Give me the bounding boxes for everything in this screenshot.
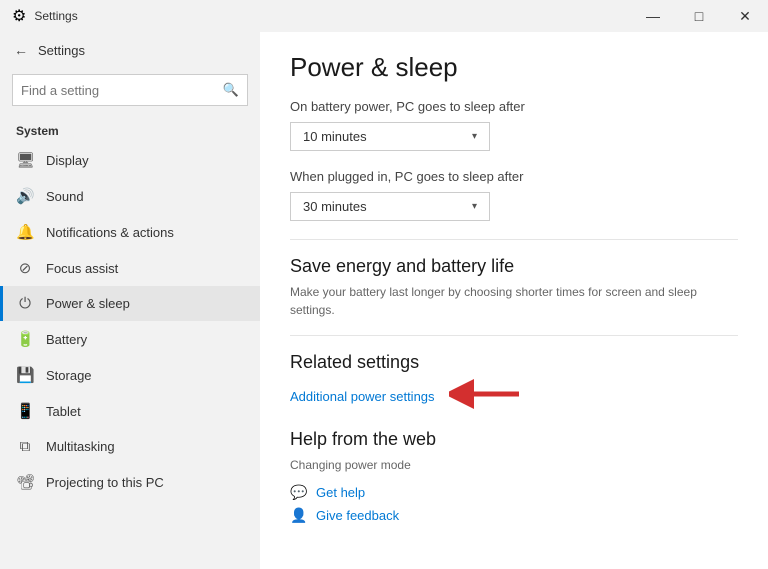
maximize-button[interactable]: □: [676, 0, 722, 32]
sidebar: ← Settings 🔍 System 🖥 Display 🔊 Sound 🔔 …: [0, 32, 260, 569]
search-box[interactable]: 🔍: [12, 74, 248, 106]
sidebar-item-label: Display: [46, 153, 89, 168]
related-settings-heading: Related settings: [290, 352, 738, 373]
sidebar-item-label: Power & sleep: [46, 296, 130, 311]
give-feedback-label: Give feedback: [316, 508, 399, 523]
back-arrow-icon: ←: [14, 42, 28, 58]
battery-dropdown-arrow: ▾: [472, 131, 477, 142]
sidebar-item-storage[interactable]: 💾 Storage: [0, 357, 260, 393]
battery-dropdown[interactable]: 10 minutes ▾: [290, 122, 490, 151]
sidebar-item-label: Projecting to this PC: [46, 475, 164, 490]
title-bar-controls: — □ ✕: [630, 0, 768, 32]
sidebar-item-tablet[interactable]: 📱 Tablet: [0, 393, 260, 429]
back-button[interactable]: ← Settings: [0, 32, 260, 68]
sidebar-section-label: System: [0, 116, 260, 142]
notifications-icon: 🔔: [16, 223, 34, 241]
sidebar-item-battery[interactable]: 🔋 Battery: [0, 321, 260, 357]
sidebar-item-label: Focus assist: [46, 261, 118, 276]
title-bar-title: Settings: [34, 9, 77, 23]
additional-power-label: Additional power settings: [290, 389, 435, 404]
get-help-link[interactable]: 💬 Get help: [290, 484, 738, 501]
search-input[interactable]: [21, 83, 223, 98]
focus-icon: ⊘: [16, 259, 34, 277]
divider-2: [290, 335, 738, 336]
sidebar-item-power[interactable]: ⏻ Power & sleep: [0, 286, 260, 321]
close-button[interactable]: ✕: [722, 0, 768, 32]
storage-icon: 💾: [16, 366, 34, 384]
plugged-dropdown-value: 30 minutes: [303, 199, 367, 214]
additional-power-wrapper: Additional power settings: [290, 379, 738, 409]
sidebar-item-label: Battery: [46, 332, 87, 347]
power-icon: ⏻: [16, 295, 34, 312]
display-icon: 🖥: [16, 151, 34, 169]
sidebar-item-label: Multitasking: [46, 439, 115, 454]
battery-label: On battery power, PC goes to sleep after: [290, 99, 738, 114]
multitasking-icon: ⧉: [16, 438, 34, 455]
get-help-icon: 💬: [290, 484, 308, 501]
search-icon: 🔍: [223, 82, 239, 98]
plugged-dropdown-arrow: ▾: [472, 201, 477, 212]
title-bar-left: ⚙ Settings: [12, 6, 78, 26]
related-settings-section: Related settings Additional power settin…: [290, 352, 738, 409]
plugged-dropdown-wrapper: When plugged in, PC goes to sleep after …: [290, 169, 738, 221]
minimize-button[interactable]: —: [630, 0, 676, 32]
sidebar-item-display[interactable]: 🖥 Display: [0, 142, 260, 178]
title-bar: ⚙ Settings — □ ✕: [0, 0, 768, 32]
additional-power-link[interactable]: Additional power settings: [290, 389, 435, 404]
sidebar-item-label: Notifications & actions: [46, 225, 174, 240]
sidebar-item-projecting[interactable]: 📽 Projecting to this PC: [0, 464, 260, 500]
sidebar-item-label: Tablet: [46, 404, 81, 419]
give-feedback-icon: 👤: [290, 507, 308, 524]
sidebar-item-multitasking[interactable]: ⧉ Multitasking: [0, 429, 260, 464]
sidebar-item-label: Storage: [46, 368, 92, 383]
help-section: Help from the web Changing power mode 💬 …: [290, 429, 738, 524]
projecting-icon: 📽: [16, 473, 34, 491]
save-energy-desc: Make your battery last longer by choosin…: [290, 283, 738, 319]
battery-dropdown-wrapper: On battery power, PC goes to sleep after…: [290, 99, 738, 151]
main-content: Power & sleep On battery power, PC goes …: [260, 32, 768, 569]
tablet-icon: 📱: [16, 402, 34, 420]
plugged-dropdown[interactable]: 30 minutes ▾: [290, 192, 490, 221]
give-feedback-link[interactable]: 👤 Give feedback: [290, 507, 738, 524]
red-arrow-icon: [449, 379, 529, 409]
sidebar-item-sound[interactable]: 🔊 Sound: [0, 178, 260, 214]
plugged-label: When plugged in, PC goes to sleep after: [290, 169, 738, 184]
help-heading: Help from the web: [290, 429, 738, 450]
sidebar-item-notifications[interactable]: 🔔 Notifications & actions: [0, 214, 260, 250]
help-sub: Changing power mode: [290, 456, 738, 474]
sidebar-item-focus[interactable]: ⊘ Focus assist: [0, 250, 260, 286]
get-help-label: Get help: [316, 485, 365, 500]
sidebar-item-label: Sound: [46, 189, 84, 204]
back-label: Settings: [38, 43, 85, 58]
save-energy-heading: Save energy and battery life: [290, 256, 738, 277]
battery-dropdown-value: 10 minutes: [303, 129, 367, 144]
settings-icon: ⚙: [12, 6, 26, 26]
content-area: ← Settings 🔍 System 🖥 Display 🔊 Sound 🔔 …: [0, 32, 768, 569]
battery-icon: 🔋: [16, 330, 34, 348]
settings-window: ⚙ Settings — □ ✕ ← Settings 🔍 System 🖥 D…: [0, 0, 768, 569]
help-links: 💬 Get help 👤 Give feedback: [290, 484, 738, 524]
sound-icon: 🔊: [16, 187, 34, 205]
divider-1: [290, 239, 738, 240]
page-title: Power & sleep: [290, 52, 738, 83]
